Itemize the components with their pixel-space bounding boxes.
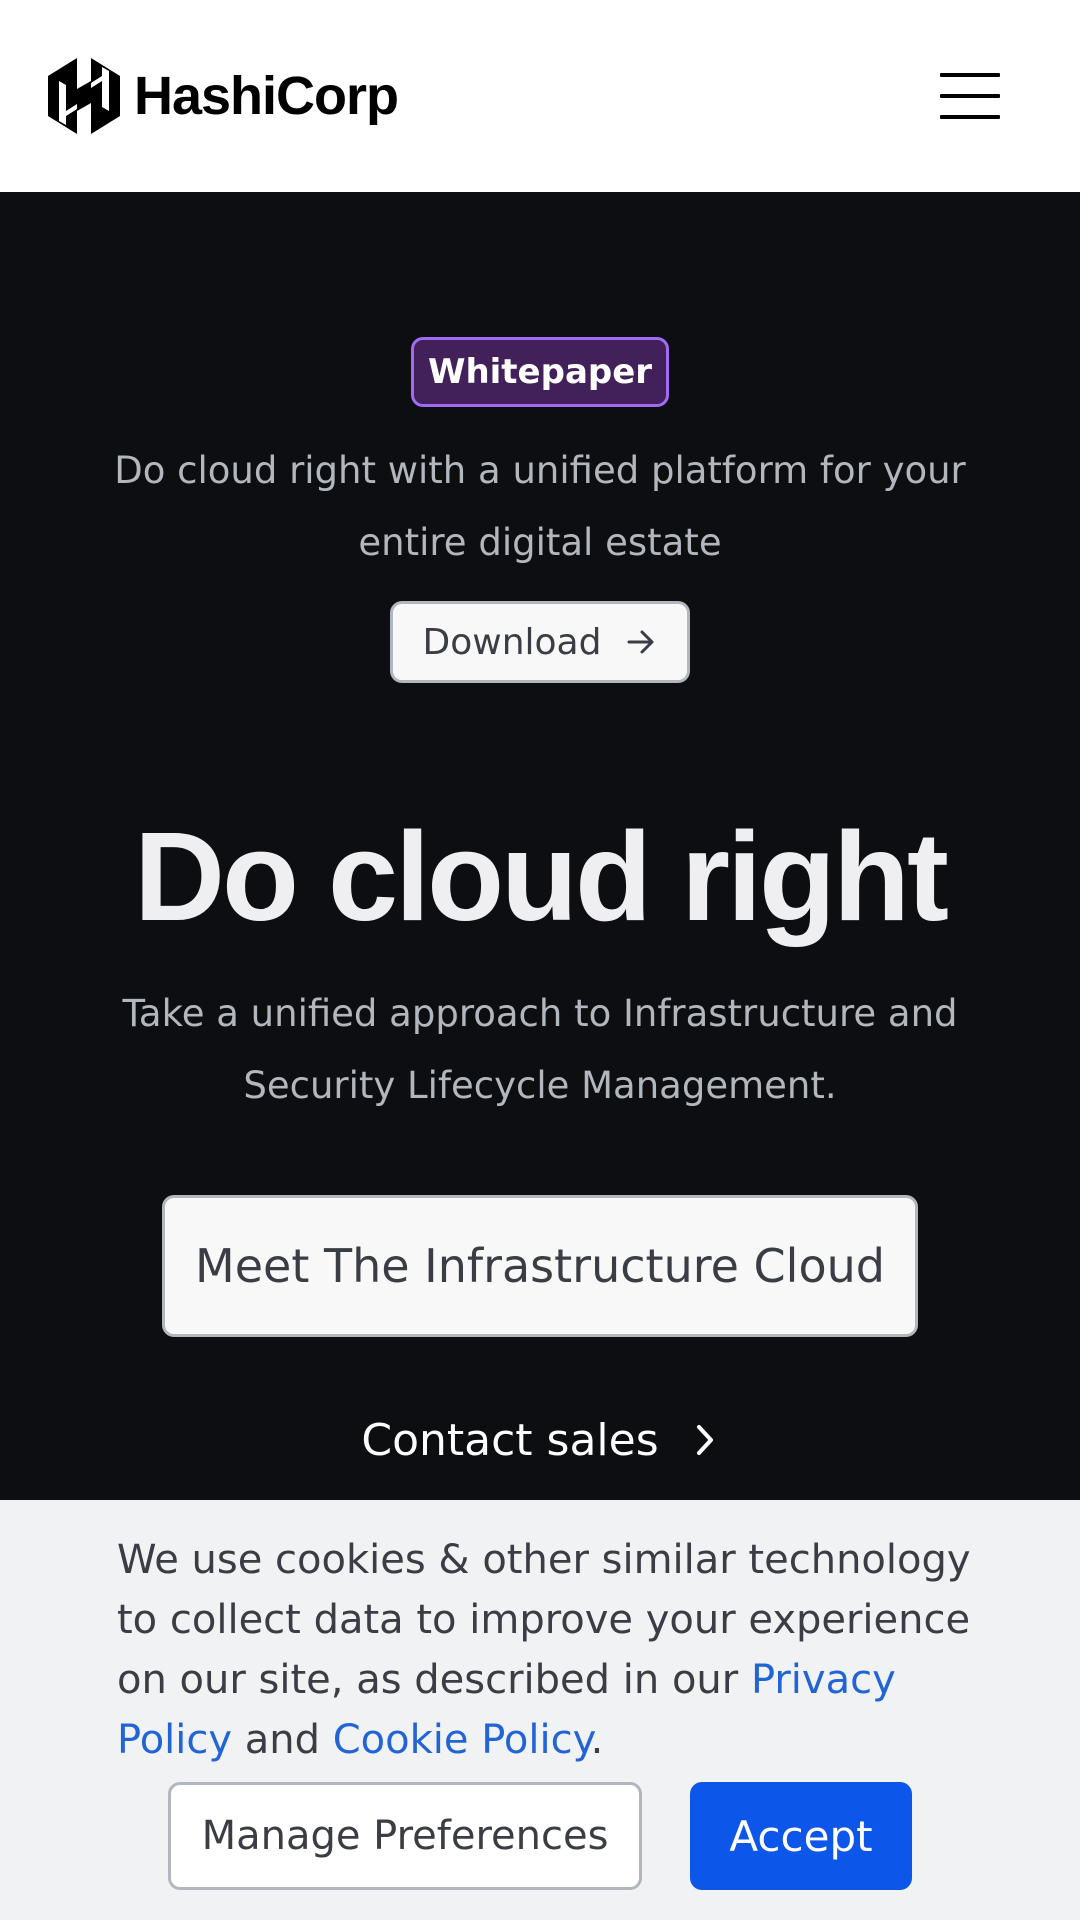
cookie-policy-link[interactable]: Cookie Policy bbox=[333, 1717, 591, 1763]
promo-text: Do cloud right with a unified platform f… bbox=[114, 449, 966, 564]
menu-line bbox=[940, 94, 1000, 98]
hero-subheading: Take a unified approach to Infrastructur… bbox=[122, 992, 958, 1107]
page-title: Do cloud right bbox=[134, 806, 949, 947]
logo-text: HashiCorp bbox=[134, 66, 399, 126]
chevron-right-icon bbox=[696, 1425, 713, 1455]
cookie-text: We use cookies & other similar technolog… bbox=[117, 1530, 997, 1770]
whitepaper-badge: Whitepaper bbox=[411, 337, 669, 407]
site-header: HashiCorp bbox=[0, 0, 1080, 192]
menu-line bbox=[940, 73, 1000, 77]
hashicorp-logo-icon bbox=[48, 58, 120, 134]
contact-sales-label: Contact sales bbox=[361, 1414, 659, 1466]
arrow-right-icon bbox=[627, 630, 654, 654]
download-label: Download bbox=[422, 621, 602, 663]
infrastructure-cloud-button[interactable]: Meet The Infrastructure Cloud bbox=[162, 1195, 918, 1337]
accept-button[interactable]: Accept bbox=[690, 1782, 912, 1890]
contact-sales-link[interactable]: Contact sales bbox=[0, 1405, 1080, 1475]
hamburger-menu-icon[interactable] bbox=[935, 66, 1005, 126]
cookie-banner: We use cookies & other similar technolog… bbox=[0, 1500, 1080, 1920]
manage-preferences-button[interactable]: Manage Preferences bbox=[168, 1782, 642, 1890]
download-button[interactable]: Download bbox=[390, 601, 690, 683]
menu-line bbox=[940, 115, 1000, 119]
cookie-text-end: . bbox=[590, 1717, 604, 1763]
logo[interactable]: HashiCorp bbox=[48, 58, 399, 134]
cookie-text-and: and bbox=[232, 1717, 333, 1763]
